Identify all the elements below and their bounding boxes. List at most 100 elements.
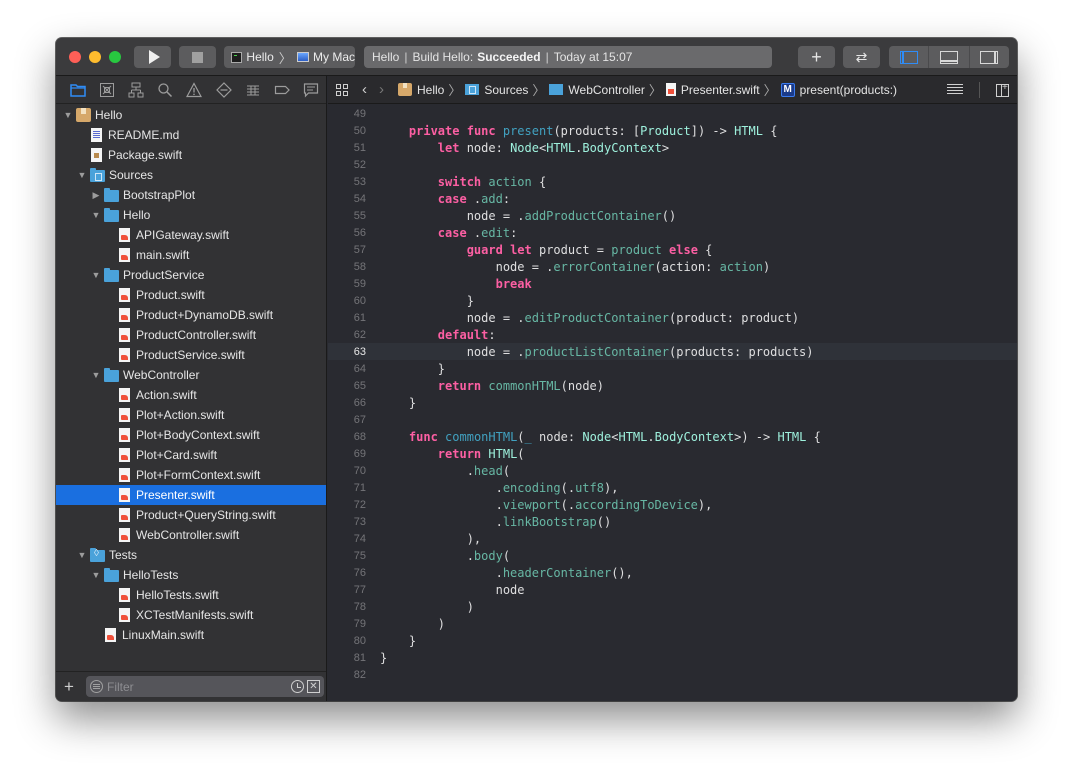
line-number[interactable]: 74	[328, 533, 366, 545]
file-tree-item[interactable]: ▶Plot+Action.swift	[56, 405, 326, 425]
add-file-button[interactable]: +	[64, 677, 80, 697]
file-tree-item[interactable]: ▼ HelloTests	[56, 565, 326, 585]
code-line[interactable]: 79 )	[328, 615, 1017, 632]
tab-source-control-navigator[interactable]	[92, 76, 121, 104]
line-number[interactable]: 61	[328, 312, 366, 324]
file-tree-item[interactable]: ▶Plot+BodyContext.swift	[56, 425, 326, 445]
line-number[interactable]: 51	[328, 142, 366, 154]
tab-test-navigator[interactable]	[209, 76, 238, 104]
line-number[interactable]: 80	[328, 635, 366, 647]
code-line[interactable]: 72 .viewport(.accordingToDevice),	[328, 496, 1017, 513]
recent-files-icon[interactable]	[291, 680, 304, 693]
breadcrumb-sources[interactable]: Sources	[465, 83, 528, 97]
line-number[interactable]: 72	[328, 499, 366, 511]
file-tree-item[interactable]: ▶Plot+Card.swift	[56, 445, 326, 465]
code-line[interactable]: 58 node = .errorContainer(action: action…	[328, 258, 1017, 275]
code-line[interactable]: 54 case .add:	[328, 190, 1017, 207]
file-tree-item[interactable]: ▼ ProductService	[56, 265, 326, 285]
code-line[interactable]: 75 .body(	[328, 547, 1017, 564]
file-tree-item[interactable]: ▶Action.swift	[56, 385, 326, 405]
tab-report-navigator[interactable]	[297, 76, 326, 104]
breadcrumb-symbol[interactable]: M present(products:)	[780, 82, 897, 97]
file-tree-item[interactable]: ▼ Sources	[56, 165, 326, 185]
file-tree-item[interactable]: ▶Plot+FormContext.swift	[56, 465, 326, 485]
code-line[interactable]: 61 node = .editProductContainer(product:…	[328, 309, 1017, 326]
code-line[interactable]: 65 return commonHTML(node)	[328, 377, 1017, 394]
code-line[interactable]: 78 )	[328, 598, 1017, 615]
file-tree-item[interactable]: ▶ BootstrapPlot	[56, 185, 326, 205]
code-line[interactable]: 77 node	[328, 581, 1017, 598]
filter-input[interactable]	[107, 679, 291, 694]
line-number[interactable]: 67	[328, 414, 366, 426]
file-tree-item[interactable]: ▶Product.swift	[56, 285, 326, 305]
disclosure-open-icon[interactable]: ▼	[76, 170, 88, 180]
disclosure-open-icon[interactable]: ▼	[90, 570, 102, 580]
breadcrumb-package[interactable]: Hello	[398, 83, 444, 97]
disclosure-open-icon[interactable]: ▼	[76, 550, 88, 560]
code-line[interactable]: 64 }	[328, 360, 1017, 377]
code-line[interactable]: 73 .linkBootstrap()	[328, 513, 1017, 530]
code-line[interactable]: 50 private func present(products: [Produ…	[328, 122, 1017, 139]
disclosure-open-icon[interactable]: ▼	[62, 110, 74, 120]
tab-issue-navigator[interactable]	[180, 76, 209, 104]
code-line[interactable]: 55 node = .addProductContainer()	[328, 207, 1017, 224]
source-control-filter-icon[interactable]: ✕	[307, 680, 320, 693]
file-tree-item[interactable]: ▼ Hello	[56, 205, 326, 225]
line-number[interactable]: 68	[328, 431, 366, 443]
line-number[interactable]: 49	[328, 108, 366, 120]
stop-button[interactable]	[179, 46, 216, 68]
file-tree-item[interactable]: ▶Product+DynamoDB.swift	[56, 305, 326, 325]
code-line[interactable]: 66 }	[328, 394, 1017, 411]
line-number[interactable]: 56	[328, 227, 366, 239]
related-items-icon[interactable]	[336, 83, 348, 96]
line-number[interactable]: 59	[328, 278, 366, 290]
code-line[interactable]: 71 .encoding(.utf8),	[328, 479, 1017, 496]
file-tree-item[interactable]: ▼ Tests	[56, 545, 326, 565]
file-tree-item[interactable]: ▶README.md	[56, 125, 326, 145]
run-button[interactable]	[134, 46, 171, 68]
code-line[interactable]: 63 node = .productListContainer(products…	[328, 343, 1017, 360]
line-number[interactable]: 73	[328, 516, 366, 528]
line-number[interactable]: 75	[328, 550, 366, 562]
disclosure-closed-icon[interactable]: ▶	[90, 190, 102, 201]
code-line[interactable]: 62 default:	[328, 326, 1017, 343]
line-number[interactable]: 77	[328, 584, 366, 596]
line-number[interactable]: 54	[328, 193, 366, 205]
file-tree-item[interactable]: ▶ProductService.swift	[56, 345, 326, 365]
code-line[interactable]: 67	[328, 411, 1017, 428]
line-number[interactable]: 50	[328, 125, 366, 137]
breadcrumb-file[interactable]: Presenter.swift	[665, 83, 760, 97]
code-line[interactable]: 80 }	[328, 632, 1017, 649]
line-number[interactable]: 52	[328, 159, 366, 171]
code-line[interactable]: 57 guard let product = product else {	[328, 241, 1017, 258]
code-line[interactable]: 52	[328, 156, 1017, 173]
file-tree-item[interactable]: ▶Presenter.swift	[56, 485, 326, 505]
code-line[interactable]: 49	[328, 105, 1017, 122]
code-line[interactable]: 51 let node: Node<HTML.BodyContext>	[328, 139, 1017, 156]
close-window-button[interactable]	[69, 51, 81, 63]
line-number[interactable]: 76	[328, 567, 366, 579]
code-review-button[interactable]: ⇄	[843, 46, 880, 68]
file-tree-item[interactable]: ▶ProductController.swift	[56, 325, 326, 345]
code-line[interactable]: 60 }	[328, 292, 1017, 309]
breadcrumb-webcontroller[interactable]: WebController	[549, 83, 645, 97]
code-line[interactable]: 53 switch action {	[328, 173, 1017, 190]
code-line[interactable]: 56 case .edit:	[328, 224, 1017, 241]
disclosure-open-icon[interactable]: ▼	[90, 270, 102, 280]
file-tree-item[interactable]: ▶main.swift	[56, 245, 326, 265]
line-number[interactable]: 66	[328, 397, 366, 409]
file-tree-item[interactable]: ▶WebController.swift	[56, 525, 326, 545]
code-line[interactable]: 76 .headerContainer(),	[328, 564, 1017, 581]
code-line[interactable]: 68 func commonHTML(_ node: Node<HTML.Bod…	[328, 428, 1017, 445]
scheme-selector[interactable]: Hello 〉 My Mac	[224, 46, 355, 68]
line-number[interactable]: 79	[328, 618, 366, 630]
code-line[interactable]: 69 return HTML(	[328, 445, 1017, 462]
inspector-toggle-button[interactable]	[970, 46, 1009, 68]
line-number[interactable]: 64	[328, 363, 366, 375]
tab-find-navigator[interactable]	[151, 76, 180, 104]
file-tree-item[interactable]: ▶APIGateway.swift	[56, 225, 326, 245]
tab-symbol-navigator[interactable]	[121, 76, 150, 104]
line-number[interactable]: 69	[328, 448, 366, 460]
tab-breakpoint-navigator[interactable]	[268, 76, 297, 104]
tab-debug-navigator[interactable]	[238, 76, 267, 104]
